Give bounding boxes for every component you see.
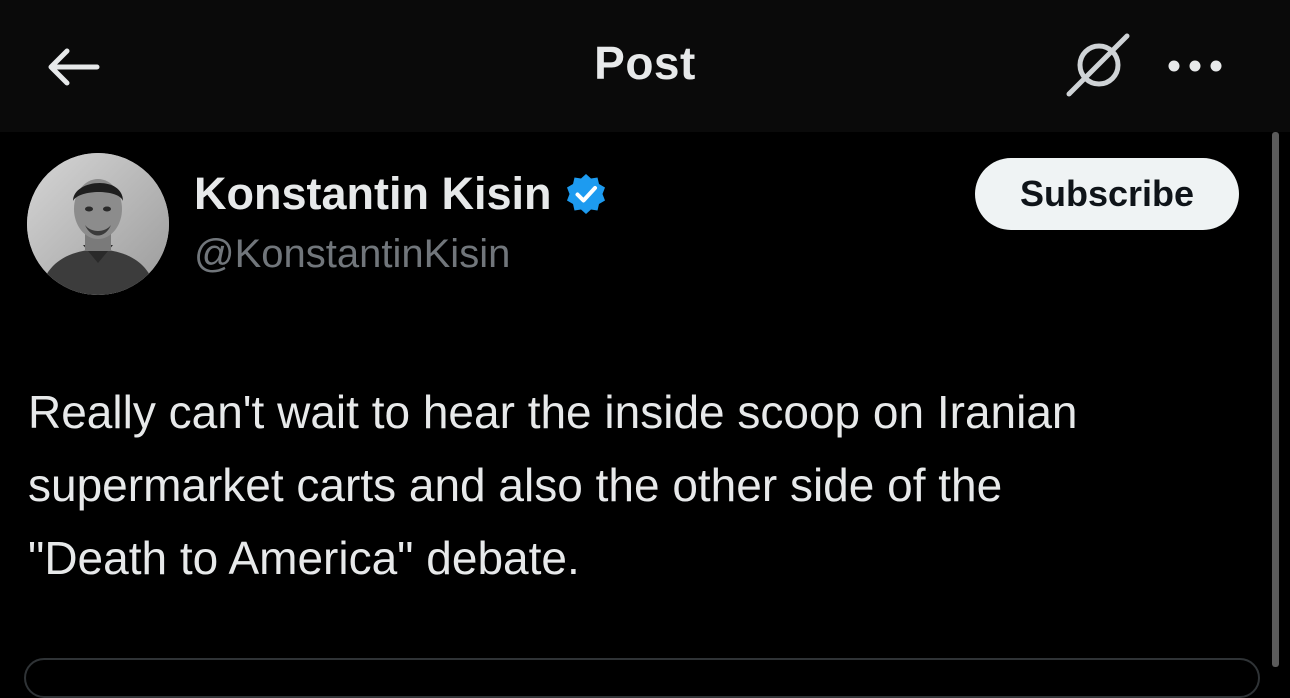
embedded-card[interactable] — [24, 658, 1260, 698]
more-options-button[interactable] — [1160, 44, 1230, 88]
avatar[interactable] — [27, 153, 169, 295]
top-bar: Post — [0, 0, 1290, 132]
profile-photo — [27, 153, 169, 295]
subscribe-button[interactable]: Subscribe — [975, 158, 1239, 230]
author-name[interactable]: Konstantin Kisin — [194, 168, 608, 220]
more-dots-icon — [1168, 60, 1222, 72]
verified-badge-icon[interactable] — [564, 172, 608, 216]
scrollbar[interactable] — [1272, 132, 1279, 667]
grok-icon — [1066, 33, 1130, 97]
grok-button[interactable] — [1060, 30, 1136, 100]
post-text: Really can't wait to hear the inside sco… — [28, 386, 1078, 584]
author-name-text: Konstantin Kisin — [194, 168, 552, 219]
author-handle[interactable]: @KonstantinKisin — [194, 232, 510, 277]
